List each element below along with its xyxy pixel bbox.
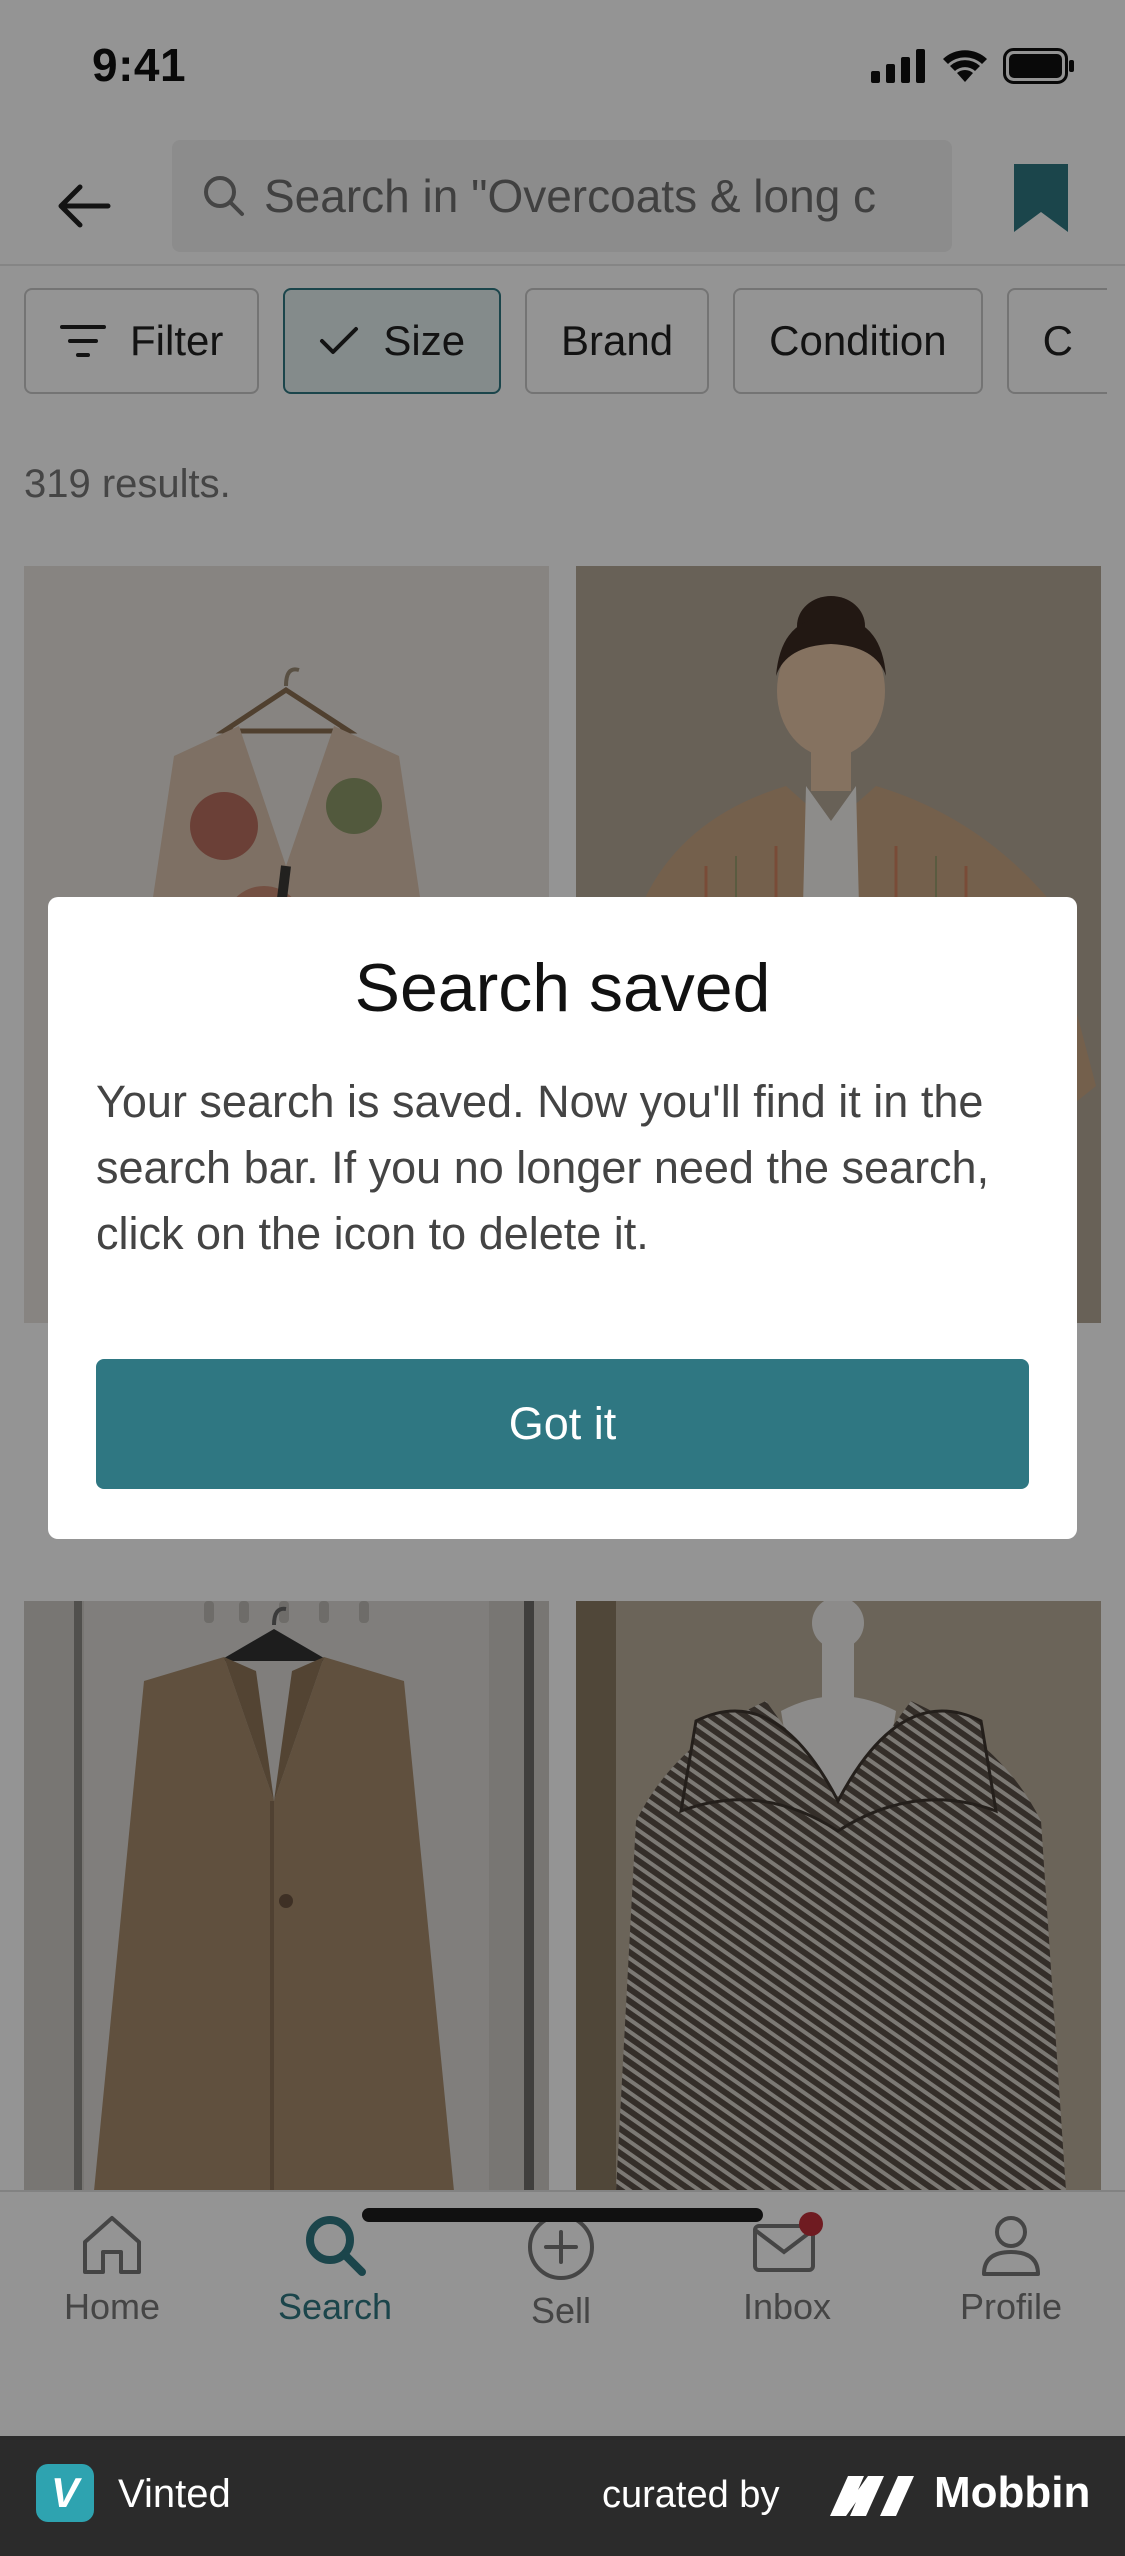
vinted-logo-icon: V: [36, 2464, 94, 2522]
home-indicator[interactable]: [362, 2208, 763, 2222]
mobbin-logo-icon: [830, 2476, 914, 2516]
dialog-title: Search saved: [354, 950, 771, 1026]
credit-curated-by: curated by: [602, 2474, 780, 2516]
search-saved-dialog: Search saved Your search is saved. Now y…: [48, 897, 1077, 1539]
got-it-button[interactable]: Got it: [96, 1359, 1029, 1489]
credit-app-name: Vinted: [118, 2472, 231, 2516]
credit-brand: Mobbin: [934, 2468, 1091, 2517]
credit-footer: V Vinted curated by Mobbin: [0, 2436, 1125, 2556]
app-screen: 9:41 Search in "Overcoats & long c Filte…: [0, 0, 1125, 2436]
dialog-message: Your search is saved. Now you'll find it…: [96, 1076, 990, 1259]
